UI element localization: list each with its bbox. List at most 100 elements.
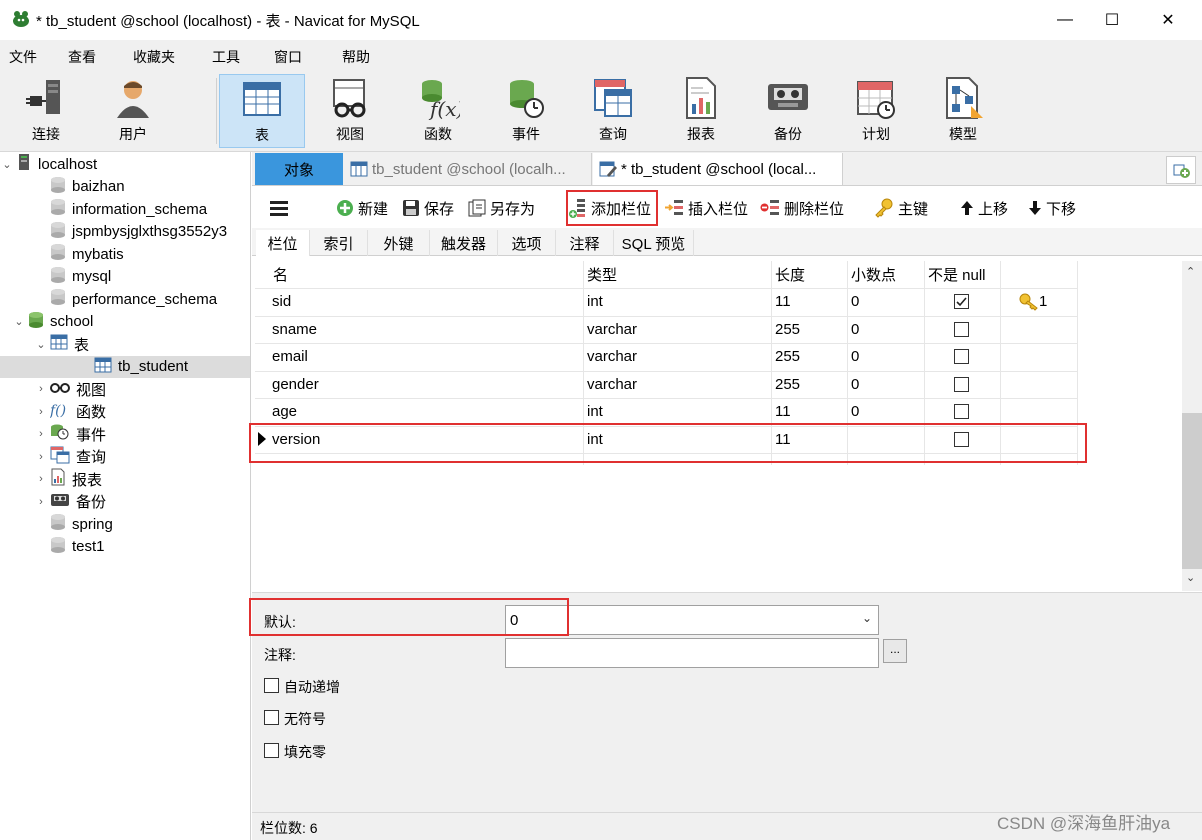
- tree-item--13[interactable]: › 查询: [0, 446, 250, 468]
- grid-header-0[interactable]: 名: [269, 261, 583, 288]
- not-null-checkbox[interactable]: [954, 321, 969, 337]
- grid-cell-length[interactable]: 11: [771, 398, 847, 426]
- grid-cell-name[interactable]: gender: [268, 371, 583, 399]
- grid-header-1[interactable]: 类型: [583, 261, 771, 288]
- menu-view[interactable]: 查看: [68, 47, 96, 67]
- comment-input[interactable]: [505, 638, 879, 668]
- move-down-button[interactable]: 下移: [1028, 197, 1076, 219]
- chevron-right-icon[interactable]: ›: [34, 406, 48, 418]
- subtab-comment[interactable]: 注释: [556, 230, 614, 256]
- tab-objects[interactable]: 对象: [255, 153, 343, 185]
- primary-key-button[interactable]: 主键: [874, 197, 928, 219]
- chevron-right-icon[interactable]: ›: [34, 473, 48, 485]
- toolbar-report-button[interactable]: 报表: [658, 74, 744, 148]
- tree-item-information_schema-2[interactable]: information_schema: [0, 198, 250, 220]
- grid-cell-decimals[interactable]: 0: [847, 316, 924, 344]
- zerofill-checkbox[interactable]: [264, 743, 279, 758]
- tree-item-localhost-0[interactable]: ⌄ localhost: [0, 153, 250, 175]
- not-null-checkbox[interactable]: [954, 376, 969, 392]
- subtab-foreign-keys[interactable]: 外键: [368, 230, 430, 256]
- tree-item--15[interactable]: › 备份: [0, 491, 250, 513]
- tree-item-mysql-5[interactable]: mysql: [0, 266, 250, 288]
- grid-cell-decimals[interactable]: 0: [847, 288, 924, 316]
- grid-cell-type[interactable]: int: [583, 398, 771, 426]
- move-up-button[interactable]: 上移: [960, 197, 1008, 219]
- tree-item--10[interactable]: › 视图: [0, 378, 250, 400]
- subtab-options[interactable]: 选项: [498, 230, 556, 256]
- chevron-right-icon[interactable]: ›: [34, 451, 48, 463]
- not-null-checkbox[interactable]: [954, 404, 969, 419]
- comment-ellipsis-button[interactable]: ...: [883, 639, 907, 663]
- toolbar-user-button[interactable]: 用户: [90, 74, 176, 148]
- grid-cell-length[interactable]: 11: [771, 288, 847, 316]
- grid-cell-name[interactable]: version: [268, 426, 583, 454]
- toolbar-model-button[interactable]: 模型: [920, 74, 1006, 148]
- grid-cell-name[interactable]: sname: [268, 316, 583, 344]
- auto-increment-checkbox[interactable]: [264, 678, 279, 693]
- grid-cell-type[interactable]: varchar: [583, 371, 771, 399]
- grid-cell-decimals[interactable]: 0: [847, 398, 924, 426]
- toolbar-backup-button[interactable]: 备份: [745, 74, 831, 148]
- maximize-button[interactable]: ☐: [1089, 0, 1135, 40]
- new-button[interactable]: 新建: [336, 197, 388, 219]
- not-null-checkbox[interactable]: [954, 349, 969, 364]
- grid-cell-name[interactable]: sid: [268, 288, 583, 316]
- toolbar-view-button[interactable]: 视图: [307, 74, 393, 148]
- tree-item-test1-17[interactable]: test1: [0, 536, 250, 558]
- tree-item--11[interactable]: › f() 函数: [0, 401, 250, 423]
- save-button[interactable]: 保存: [402, 197, 454, 219]
- grid-cell-name[interactable]: age: [268, 398, 583, 426]
- tree-item-performance_schema-6[interactable]: performance_schema: [0, 288, 250, 310]
- tree-item-baizhan-1[interactable]: baizhan: [0, 176, 250, 198]
- menu-window[interactable]: 窗口: [274, 47, 302, 67]
- minimize-button[interactable]: —: [1042, 0, 1088, 40]
- unsigned-checkbox[interactable]: [264, 710, 279, 725]
- grid-cell-length[interactable]: 11: [771, 426, 847, 454]
- chevron-down-icon[interactable]: ⌄: [34, 338, 48, 351]
- tree-item--8[interactable]: ⌄ 表: [0, 333, 250, 355]
- tree-item-mybatis-4[interactable]: mybatis: [0, 243, 250, 265]
- grid-cell-type[interactable]: varchar: [583, 316, 771, 344]
- menu-file[interactable]: 文件: [9, 47, 37, 67]
- tree-item--14[interactable]: › 报表: [0, 468, 250, 490]
- chevron-right-icon[interactable]: ›: [34, 383, 48, 395]
- menu-help[interactable]: 帮助: [342, 47, 370, 67]
- scrollbar-thumb[interactable]: [1182, 413, 1202, 569]
- grid-cell-name[interactable]: email: [268, 343, 583, 371]
- default-value-select[interactable]: 0 ⌄: [505, 605, 879, 635]
- toolbar-table-button[interactable]: 表: [219, 74, 305, 148]
- chevron-down-icon[interactable]: ⌄: [12, 315, 26, 328]
- toolbar-query-button[interactable]: 查询: [570, 74, 656, 148]
- tree-item-school-7[interactable]: ⌄ school: [0, 311, 250, 333]
- grid-cell-type[interactable]: varchar: [583, 343, 771, 371]
- grid-cell-decimals[interactable]: 0: [847, 343, 924, 371]
- not-null-checkbox[interactable]: [954, 431, 969, 447]
- close-button[interactable]: ✕: [1145, 0, 1191, 40]
- add-field-button[interactable]: 添加栏位: [569, 197, 651, 219]
- new-tab-button[interactable]: [1166, 156, 1196, 184]
- grid-cell-length[interactable]: 255: [771, 343, 847, 371]
- tree-item-tb_student-9[interactable]: tb_student: [0, 355, 250, 378]
- scroll-up-arrow-icon[interactable]: ⌃: [1186, 265, 1195, 278]
- toolbar-event-button[interactable]: 事件: [483, 74, 569, 148]
- chevron-right-icon[interactable]: ›: [34, 428, 48, 440]
- toolbar-function-button[interactable]: f(x) 函数: [395, 74, 481, 148]
- grid-cell-type[interactable]: int: [583, 426, 771, 454]
- grid-cell-type[interactable]: int: [583, 288, 771, 316]
- menu-favorites[interactable]: 收藏夹: [133, 47, 175, 67]
- grid-cell-decimals[interactable]: [847, 426, 924, 454]
- insert-field-button[interactable]: 插入栏位: [664, 197, 748, 219]
- tab-tb-student-design[interactable]: * tb_student @school (local...: [593, 153, 843, 185]
- menu-tools[interactable]: 工具: [212, 47, 240, 67]
- subtab-sql-preview[interactable]: SQL 预览: [614, 230, 694, 256]
- subtab-fields[interactable]: 栏位: [256, 230, 310, 256]
- grid-cell-length[interactable]: 255: [771, 371, 847, 399]
- not-null-checkbox[interactable]: [954, 294, 969, 309]
- subtab-indexes[interactable]: 索引: [310, 230, 368, 256]
- grid-cell-decimals[interactable]: 0: [847, 371, 924, 399]
- toolbar-schedule-button[interactable]: 计划: [833, 74, 919, 148]
- grid-header-2[interactable]: 长度: [771, 261, 847, 288]
- hamburger-menu-button[interactable]: [270, 197, 288, 219]
- save-as-button[interactable]: 另存为: [468, 197, 535, 219]
- chevron-right-icon[interactable]: ›: [34, 496, 48, 508]
